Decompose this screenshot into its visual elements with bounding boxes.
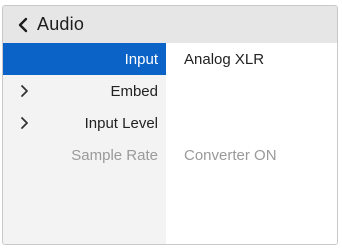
value-row-input[interactable]: Analog XLR — [166, 43, 337, 75]
menu-values-column: Analog XLR Converter ON — [166, 43, 337, 244]
menu-item-embed[interactable]: Embed — [3, 75, 166, 107]
chevron-right-icon — [19, 115, 31, 131]
audio-settings-panel: Audio Input Embed Input Level Sample Rat… — [2, 5, 338, 245]
input-value: Analog XLR — [184, 50, 265, 68]
value-row-sample-rate: Converter ON — [166, 139, 337, 171]
back-header[interactable]: Audio — [3, 6, 337, 43]
value-row-embed — [166, 75, 337, 107]
menu-item-label: Embed — [110, 82, 158, 100]
menu-item-input-level[interactable]: Input Level — [3, 107, 166, 139]
menu-item-label: Sample Rate — [71, 146, 158, 164]
menu-item-sample-rate: Sample Rate — [3, 139, 166, 171]
menu-item-label: Input Level — [84, 114, 158, 132]
chevron-left-icon[interactable] — [15, 15, 31, 35]
value-row-input-level — [166, 107, 337, 139]
menu-item-label: Input — [124, 50, 158, 68]
sample-rate-value: Converter ON — [184, 146, 277, 164]
menu-item-input[interactable]: Input — [3, 43, 166, 75]
page-title: Audio — [37, 14, 85, 34]
chevron-right-icon — [19, 83, 31, 99]
menu-labels-column: Input Embed Input Level Sample Rate — [3, 43, 166, 244]
